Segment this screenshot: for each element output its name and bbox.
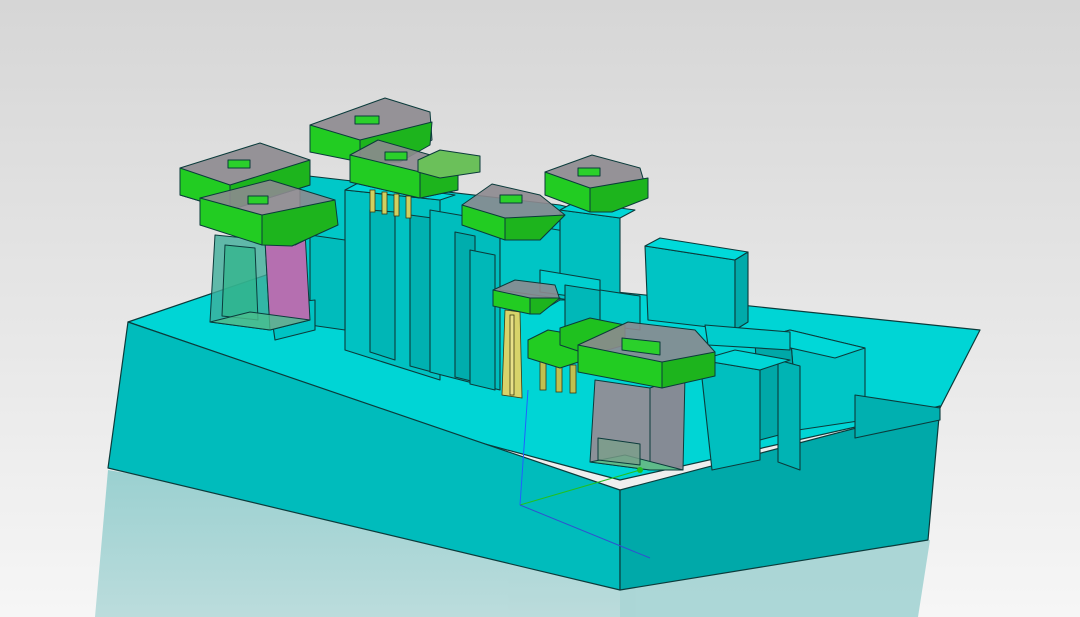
3d-viewport[interactable] [0, 0, 1080, 617]
cavity-insert-right[interactable] [589, 374, 686, 471]
cavity-insert-left[interactable] [209, 231, 311, 331]
3d-scene[interactable] [0, 0, 1080, 617]
